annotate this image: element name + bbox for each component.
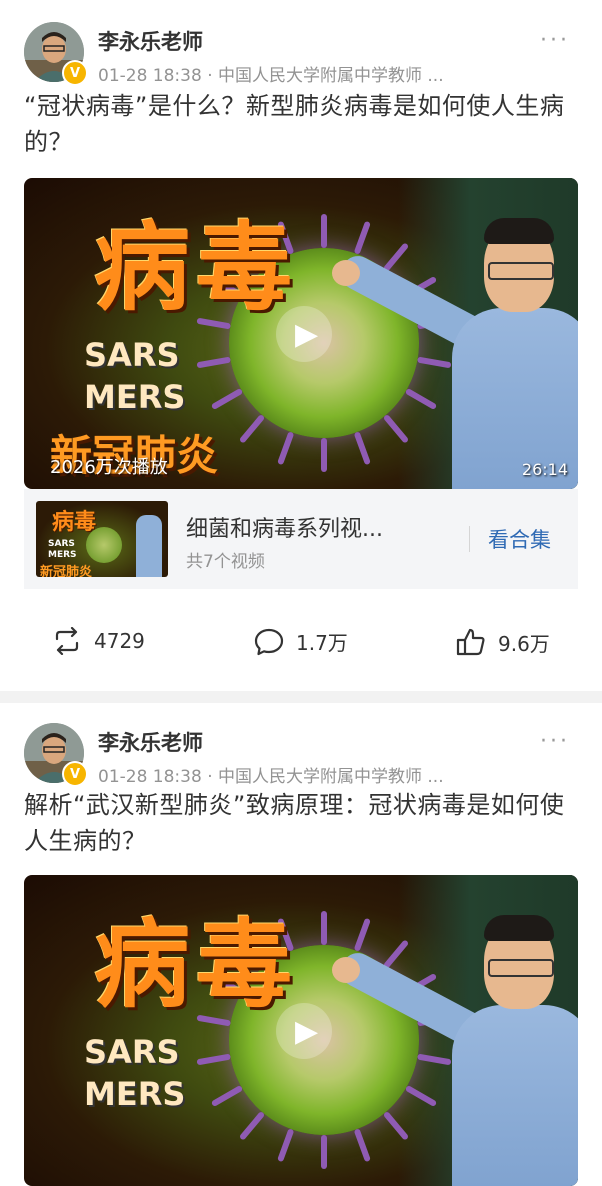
like-icon bbox=[456, 628, 485, 656]
virus-spike bbox=[210, 387, 244, 411]
virus-spike bbox=[353, 431, 371, 466]
post-text[interactable]: “冠状病毒”是什么？新型肺炎病毒是如何使人生病的？ bbox=[24, 88, 578, 160]
post-header: V 李永乐老师 01-28 18:38 · 中国人民大学附属中学教师 ... ·… bbox=[0, 0, 602, 88]
repost-icon bbox=[55, 627, 79, 655]
presenter-figure bbox=[332, 913, 578, 1186]
comment-icon bbox=[254, 628, 284, 655]
virus-spike bbox=[277, 1128, 295, 1163]
play-icon[interactable]: ▶ bbox=[276, 1003, 332, 1059]
play-icon[interactable]: ▶ bbox=[276, 306, 332, 362]
presenter-figure bbox=[332, 216, 578, 489]
video-collection-card[interactable]: 病毒 SARS MERS 新冠肺炎 细菌和病毒系列视... 共7个视频 看合集 bbox=[24, 489, 578, 589]
post-text[interactable]: 解析“武汉新型肺炎”致病原理：冠状病毒是如何使人生病的？ bbox=[24, 787, 578, 859]
like-button[interactable]: 9.6万 bbox=[456, 627, 550, 657]
feed-post: V 李永乐老师 01-28 18:38 · 中国人民大学附属中学教师 ... ·… bbox=[0, 0, 602, 691]
author-name[interactable]: 李永乐老师 bbox=[98, 26, 203, 56]
divider bbox=[469, 526, 470, 552]
post-meta: 01-28 18:38 · 中国人民大学附属中学教师 ... bbox=[98, 66, 444, 86]
video-duration: 26:14 bbox=[521, 460, 568, 479]
play-count: 2026万次播放 bbox=[50, 457, 168, 478]
virus-spike bbox=[321, 214, 327, 248]
post-header: V 李永乐老师 01-28 18:38 · 中国人民大学附属中学教师 ... ·… bbox=[0, 703, 602, 787]
virus-spike bbox=[321, 438, 327, 472]
post-separator bbox=[0, 691, 602, 703]
collection-title: 细菌和病毒系列视... bbox=[186, 517, 383, 542]
collection-thumbnail: 病毒 SARS MERS 新冠肺炎 bbox=[36, 501, 168, 577]
more-options-icon[interactable]: ··· bbox=[540, 28, 570, 53]
virus-spike bbox=[238, 413, 266, 444]
post-meta: 01-28 18:38 · 中国人民大学附属中学教师 ... bbox=[98, 767, 444, 787]
like-count: 9.6万 bbox=[498, 631, 550, 656]
virus-spike bbox=[321, 911, 327, 945]
feed-post: V 李永乐老师 01-28 18:38 · 中国人民大学附属中学教师 ... ·… bbox=[0, 703, 602, 1186]
virus-spike bbox=[196, 1053, 231, 1066]
virus-spike bbox=[353, 220, 371, 255]
comment-button[interactable]: 1.7万 bbox=[254, 627, 348, 656]
video-player[interactable]: 病毒 SARS MERS 新冠肺炎 ▶ 2026万次播放 26:14 bbox=[24, 178, 578, 489]
repost-button[interactable]: 4729 bbox=[52, 627, 145, 655]
more-options-icon[interactable]: ··· bbox=[540, 729, 570, 754]
collection-thumb-tag: SARS bbox=[48, 539, 75, 549]
virus-spike bbox=[353, 1128, 371, 1163]
virus-spike bbox=[196, 356, 231, 369]
action-bar: 4729 1.7万 9.6万 bbox=[0, 589, 602, 691]
thumbnail-tag: MERS bbox=[84, 1075, 186, 1113]
author-name[interactable]: 李永乐老师 bbox=[98, 727, 203, 757]
thumbnail-tag: MERS bbox=[84, 378, 186, 416]
collection-count: 共7个视频 bbox=[186, 552, 265, 572]
thumbnail-title: 病毒 bbox=[94, 211, 298, 324]
repost-count: 4729 bbox=[94, 629, 145, 653]
verified-badge-icon: V bbox=[62, 60, 88, 86]
virus-spike bbox=[321, 1135, 327, 1169]
thumbnail-tag: SARS bbox=[84, 1033, 180, 1071]
virus-spike bbox=[353, 917, 371, 952]
virus-spike bbox=[210, 1084, 244, 1108]
collection-thumb-title: 病毒 bbox=[52, 510, 97, 535]
collection-thumb-tag: 新冠肺炎 bbox=[40, 565, 93, 577]
collection-thumb-tag: MERS bbox=[48, 550, 77, 560]
verified-badge-icon: V bbox=[62, 761, 88, 787]
thumbnail-tag: SARS bbox=[84, 336, 180, 374]
view-collection-button[interactable]: 看合集 bbox=[488, 524, 551, 554]
video-player[interactable]: 病毒 SARS MERS ▶ bbox=[24, 875, 578, 1186]
virus-spike bbox=[238, 1110, 266, 1141]
thumbnail-title: 病毒 bbox=[94, 908, 298, 1021]
virus-spike bbox=[277, 431, 295, 466]
comment-count: 1.7万 bbox=[296, 631, 348, 655]
